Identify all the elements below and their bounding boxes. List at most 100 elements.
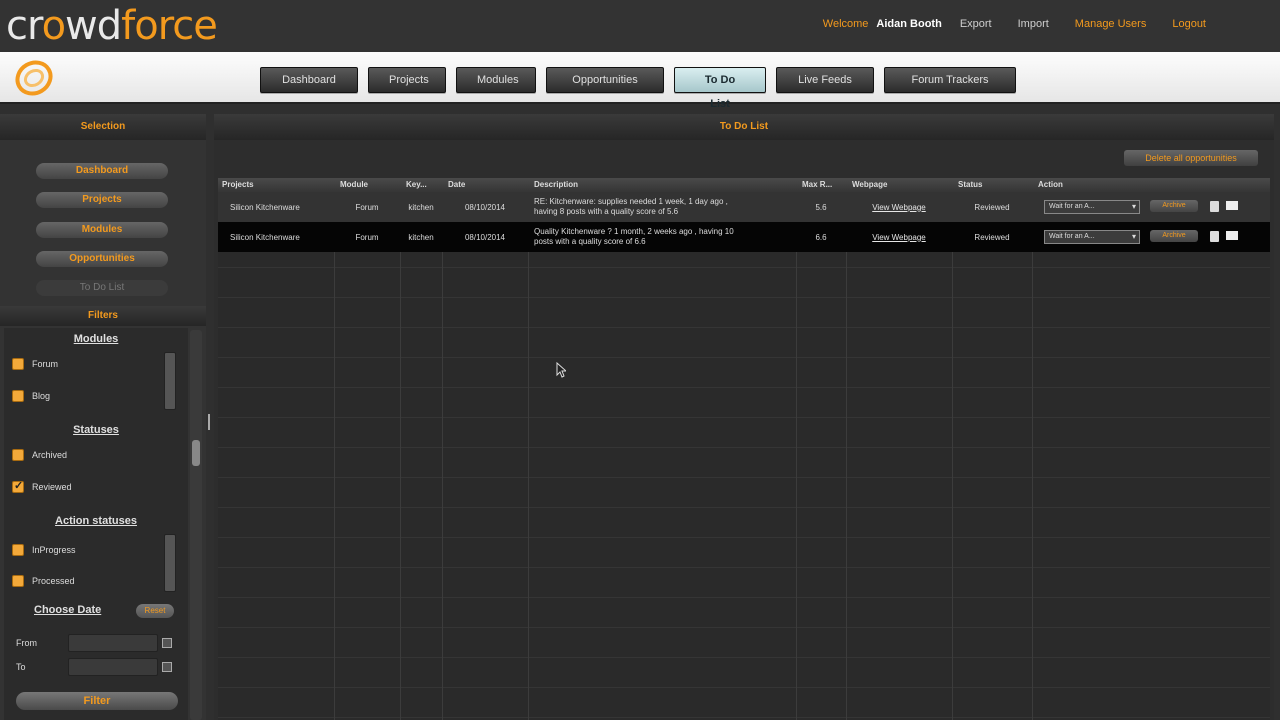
checkbox-inprogress[interactable] [12,544,24,556]
checkbox-processed[interactable] [12,575,24,587]
cell-key: kitchen [408,232,434,242]
checkbox-label: InProgress [32,545,76,555]
col-webpage[interactable]: Webpage [848,178,887,192]
logo-text-accent-2: force [121,3,218,49]
action-select[interactable]: Wait for an A... [1044,200,1140,214]
calendar-icon[interactable] [162,638,172,648]
trash-icon[interactable] [1210,231,1219,242]
main-nav-bar: Dashboard Projects Modules Opportunities… [0,52,1280,110]
column-divider [952,178,953,720]
column-divider [400,178,401,720]
cell-project: Silicon Kitchenware [230,232,300,242]
tab-modules[interactable]: Modules [456,67,536,93]
col-module[interactable]: Module [336,178,368,192]
export-link[interactable]: Export [960,18,992,30]
logo-text-accent: o [41,3,67,49]
checkbox-label: Reviewed [32,482,72,492]
manage-users-link[interactable]: Manage Users [1075,18,1147,30]
checkbox-label: Forum [32,359,59,369]
cell-webpage: View Webpage [846,222,952,252]
cell-description: RE: Kitchenware: supplies needed 1 week,… [528,192,796,222]
cell-max-r: 5.6 [815,202,827,212]
filter-module-forum[interactable]: Forum [12,358,58,370]
panel-splitter[interactable] [206,410,212,434]
column-divider [442,178,443,720]
col-action[interactable]: Action [1034,178,1063,192]
col-description[interactable]: Description [530,178,578,192]
action-statuses-title: Action statuses [55,515,137,527]
action-select[interactable]: Wait for an A... [1044,230,1140,244]
cell-status: Reviewed [974,202,1010,212]
archive-button[interactable]: Archive [1150,230,1198,242]
selection-modules-button[interactable]: Modules [36,222,168,238]
logo-text-1: cr [6,3,43,49]
choose-date-title: Choose Date [34,604,102,616]
filter-status-reviewed[interactable]: Reviewed [12,479,72,493]
left-sidebar: Selection Dashboard Projects Modules Opp… [0,114,206,720]
action-statuses-scrollbar[interactable] [164,534,176,592]
checkbox-blog[interactable] [12,390,24,402]
tab-forum-trackers[interactable]: Forum Trackers [884,67,1016,93]
crowdforce-logo[interactable]: crowdforce [6,3,218,49]
calendar-icon[interactable] [162,662,172,672]
view-webpage-link[interactable]: View Webpage [872,233,926,242]
filter-button[interactable]: Filter [16,692,178,710]
column-divider [796,178,797,720]
tab-live-feeds[interactable]: Live Feeds [776,67,874,93]
selection-opportunities-button[interactable]: Opportunities [36,251,168,267]
table-row[interactable]: Silicon Kitchenware Forum kitchen 08/10/… [218,192,1270,222]
selection-dashboard-button[interactable]: Dashboard [36,163,168,179]
col-status[interactable]: Status [954,178,982,192]
col-projects[interactable]: Projects [218,178,254,192]
cell-status: Reviewed [974,232,1010,242]
col-date[interactable]: Date [444,178,465,192]
table-header: Projects Module Key... Date Description … [218,178,1270,192]
selection-projects-button[interactable]: Projects [36,192,168,208]
trash-icon[interactable] [1210,201,1219,212]
column-divider [334,178,335,720]
logout-link[interactable]: Logout [1172,18,1206,30]
welcome-label: Welcome [822,18,869,30]
filter-action-inprogress[interactable]: InProgress [12,544,76,556]
filter-panel: Modules Forum Blog Statuses Archived Rev… [4,328,188,720]
top-bar: crowdforce Welcome Aidan Booth Export Im… [0,0,1280,52]
column-divider [528,178,529,720]
statuses-title: Statuses [73,424,119,436]
col-max-r[interactable]: Max R... [798,178,832,192]
table-row[interactable]: Silicon Kitchenware Forum kitchen 08/10/… [218,222,1270,252]
cell-module: Forum [355,232,379,242]
import-link[interactable]: Import [1018,18,1049,30]
mail-icon[interactable] [1226,231,1238,240]
filter-status-archived[interactable]: Archived [12,449,67,461]
view-webpage-link[interactable]: View Webpage [872,203,926,212]
selection-to-do-list-button[interactable]: To Do List [36,280,168,296]
checkbox-reviewed[interactable] [12,479,24,493]
tab-to-do-list[interactable]: To Do List [674,67,766,110]
sidebar-scrollbar[interactable] [190,330,202,720]
from-label: From [16,638,37,648]
modules-scrollbar[interactable] [164,352,176,410]
archive-button[interactable]: Archive [1150,200,1198,212]
reset-button[interactable]: Reset [136,604,174,618]
filter-module-blog[interactable]: Blog [12,390,50,402]
tab-projects[interactable]: Projects [368,67,446,93]
description-line: RE: Kitchenware: supplies needed 1 week,… [534,197,728,206]
checkbox-archived[interactable] [12,449,24,461]
tab-dashboard[interactable]: Dashboard [260,67,358,93]
to-date-input[interactable] [68,658,158,676]
checkbox-forum[interactable] [12,358,24,370]
to-do-table: Projects Module Key... Date Description … [218,178,1270,720]
scrollbar-thumb[interactable] [192,440,200,466]
col-key[interactable]: Key... [402,178,427,192]
mail-icon[interactable] [1226,201,1238,210]
tab-opportunities[interactable]: Opportunities [546,67,664,93]
description-line: posts with a quality score of 6.6 [534,237,646,246]
selection-header: Selection [0,114,206,140]
delete-all-opportunities-button[interactable]: Delete all opportunities [1124,150,1258,166]
from-date-input[interactable] [68,634,158,652]
top-nav: Welcome Aidan Booth Export Import Manage… [823,18,1206,30]
filter-action-processed[interactable]: Processed [12,575,75,587]
modules-title: Modules [73,333,119,345]
mouse-cursor-icon [556,362,566,378]
nav-tabs: Dashboard Projects Modules Opportunities… [260,67,1016,110]
